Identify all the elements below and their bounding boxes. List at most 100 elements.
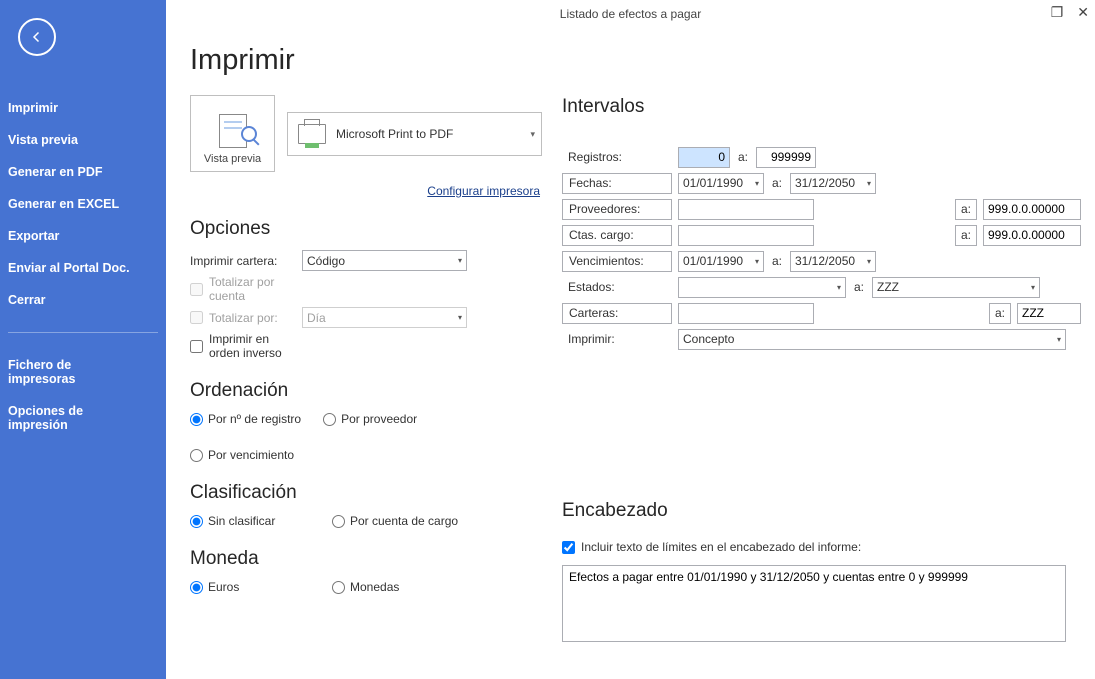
incluir-texto-label: Incluir texto de límites en el encabezad… [581,540,861,554]
estados-to-value: ZZZ [877,280,899,294]
radio-proveedor-input[interactable] [323,413,336,426]
column-right: Intervalos Registros: a: Fechas: 01/01/1… [562,44,1081,665]
registros-to-input[interactable] [756,147,816,168]
chevron-down-icon: ▾ [1031,283,1035,292]
estados-to-select[interactable]: ZZZ ▾ [872,277,1040,298]
radio-vencimiento-input[interactable] [190,449,203,462]
radio-cuenta-cargo-input[interactable] [332,515,345,528]
nav-portal[interactable]: Enviar al Portal Doc. [0,252,166,284]
nav-imprimir[interactable]: Imprimir [0,92,166,124]
imprimir-select[interactable]: Concepto ▾ [678,329,1066,350]
nav-excel[interactable]: Generar en EXCEL [0,188,166,220]
radio-proveedor-label: Por proveedor [341,412,417,426]
fechas-from-value: 01/01/1990 [683,176,743,190]
totalizar-por-select: Día ▾ [302,307,467,328]
ctas-from-input[interactable] [678,225,814,246]
estados-label: Estados: [562,277,672,298]
row-carteras: Carteras: a: [562,302,1081,324]
proveedores-from-input[interactable] [678,199,814,220]
orden-inverso-label: Imprimir en orden inverso [209,332,302,360]
cartera-select[interactable]: Código ▾ [302,250,467,271]
chevron-down-icon: ▾ [755,179,759,188]
moneda-heading: Moneda [190,548,542,570]
incluir-texto-checkbox[interactable]: Incluir texto de límites en el encabezad… [562,540,861,554]
sep: a: [770,176,784,190]
nav-secondary: Fichero de impresoras Opciones de impres… [0,349,166,441]
chevron-down-icon: ▾ [458,256,462,265]
fechas-to-input[interactable]: 31/12/2050▾ [790,173,876,194]
nav-primary: Imprimir Vista previa Generar en PDF Gen… [0,92,166,316]
chevron-down-icon: ▾ [837,283,841,292]
radio-monedas-input[interactable] [332,581,345,594]
row-ctas-cargo: Ctas. cargo: a: [562,224,1081,246]
radio-monedas[interactable]: Monedas [332,580,399,594]
carteras-from-input[interactable] [678,303,814,324]
radio-registro[interactable]: Por nº de registro [190,412,301,426]
radio-registro-input[interactable] [190,413,203,426]
row-totalizar-cuenta: Totalizar por cuenta [190,275,542,303]
sep-button[interactable]: a: [955,199,977,220]
back-button[interactable] [18,18,56,56]
radio-monedas-label: Monedas [350,580,399,594]
opciones-heading: Opciones [190,218,542,240]
row-orden-inverso: Imprimir en orden inverso [190,332,542,360]
clasificacion-radios: Sin clasificar Por cuenta de cargo [190,514,542,528]
main: Imprimir Vista previa Microsoft Print to… [166,0,1095,679]
titlebar: Listado de efectos a pagar ❐ ✕ [166,0,1095,28]
nav-exportar[interactable]: Exportar [0,220,166,252]
orden-inverso-input[interactable] [190,340,203,353]
window: Listado de efectos a pagar ❐ ✕ Imprimir … [0,0,1095,679]
radio-vencimiento[interactable]: Por vencimiento [190,448,294,462]
row-estados: Estados: ▾ a: ZZZ▾ [562,276,1081,298]
registros-from-input[interactable] [678,147,730,168]
fechas-label-button[interactable]: Fechas: [562,173,672,194]
ctas-label-button[interactable]: Ctas. cargo: [562,225,672,246]
carteras-to-input[interactable] [1017,303,1081,324]
restore-icon[interactable]: ❐ [1051,4,1064,21]
nav-vista-previa[interactable]: Vista previa [0,124,166,156]
radio-sin-clasificar-input[interactable] [190,515,203,528]
moneda-radios: Euros Monedas [190,580,542,594]
radio-vencimiento-label: Por vencimiento [208,448,294,462]
sep-button[interactable]: a: [989,303,1011,324]
imprimir-label: Imprimir: [562,329,672,350]
preview-button[interactable]: Vista previa [190,95,275,172]
nav-opciones-impresion[interactable]: Opciones de impresión [0,395,166,441]
radio-sin-clasificar[interactable]: Sin clasificar [190,514,310,528]
radio-euros-input[interactable] [190,581,203,594]
row-fechas: Fechas: 01/01/1990 ▾ a: 31/12/2050▾ [562,172,1081,194]
row-registros: Registros: a: [562,146,1081,168]
totalizar-por-input [190,311,203,324]
magnifier-icon [241,126,257,142]
fechas-from-input[interactable]: 01/01/1990 ▾ [678,173,764,194]
chevron-down-icon: ▾ [1057,335,1061,344]
venc-to-input[interactable]: 31/12/2050▾ [790,251,876,272]
nav-cerrar[interactable]: Cerrar [0,284,166,316]
printer-select[interactable]: Microsoft Print to PDF ▾ [287,112,542,156]
nav-pdf[interactable]: Generar en PDF [0,156,166,188]
proveedores-to-input[interactable] [983,199,1081,220]
venc-label-button[interactable]: Vencimientos: [562,251,672,272]
venc-from-input[interactable]: 01/01/1990▾ [678,251,764,272]
venc-to-value: 31/12/2050 [795,254,855,268]
radio-cuenta-cargo[interactable]: Por cuenta de cargo [332,514,458,528]
configure-printer-link[interactable]: Configurar impresora [190,184,540,198]
intervalos-heading: Intervalos [562,96,1081,118]
incluir-texto-input[interactable] [562,541,575,554]
estados-from-select[interactable]: ▾ [678,277,846,298]
totalizar-cuenta-label: Totalizar por cuenta [209,275,302,303]
page-heading: Imprimir [190,44,542,77]
imprimir-value: Concepto [683,332,734,346]
ctas-to-input[interactable] [983,225,1081,246]
radio-euros[interactable]: Euros [190,580,310,594]
column-left: Imprimir Vista previa Microsoft Print to… [190,44,542,665]
radio-proveedor[interactable]: Por proveedor [323,412,417,426]
chevron-down-icon: ▾ [755,257,759,266]
close-icon[interactable]: ✕ [1077,4,1089,21]
proveedores-label-button[interactable]: Proveedores: [562,199,672,220]
orden-inverso-checkbox[interactable]: Imprimir en orden inverso [190,332,302,360]
encabezado-textarea[interactable] [562,565,1066,642]
sep-button[interactable]: a: [955,225,977,246]
nav-fichero-impresoras[interactable]: Fichero de impresoras [0,349,166,395]
carteras-label-button[interactable]: Carteras: [562,303,672,324]
